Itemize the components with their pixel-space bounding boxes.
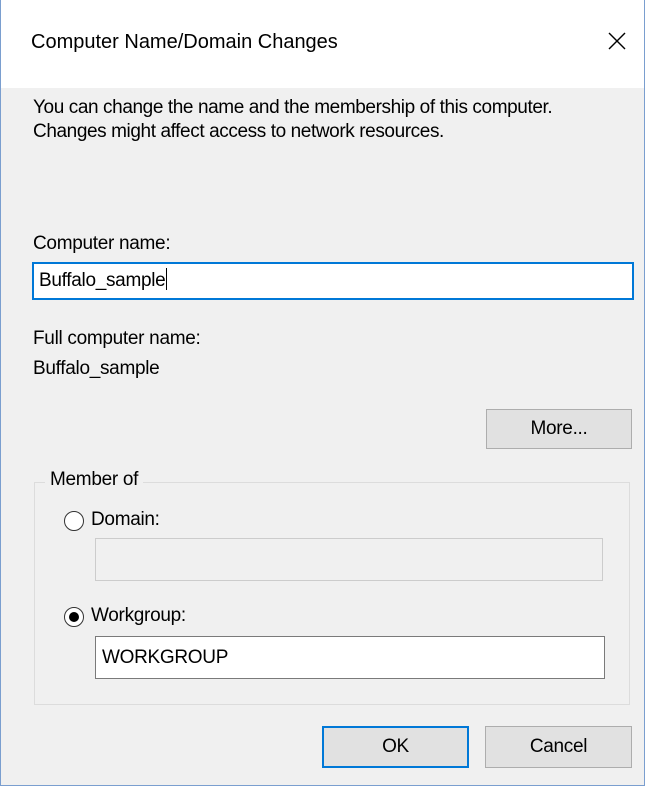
window-title: Computer Name/Domain Changes (31, 31, 338, 53)
member-of-legend: Member of (45, 469, 144, 491)
workgroup-input[interactable]: WORKGROUP (95, 636, 605, 679)
workgroup-radio[interactable] (64, 607, 84, 627)
more-button[interactable]: More... (486, 409, 632, 449)
workgroup-label[interactable]: Workgroup: (91, 605, 186, 627)
full-computer-name-value: Buffalo_sample (33, 358, 160, 379)
close-button[interactable] (600, 24, 634, 60)
cancel-button[interactable]: Cancel (485, 726, 632, 768)
computer-name-label: Computer name: (33, 233, 171, 254)
full-computer-name-label: Full computer name: (33, 328, 201, 349)
domain-input[interactable] (95, 538, 603, 581)
computer-name-input[interactable]: Buffalo_sample (32, 262, 634, 300)
computer-name-value: Buffalo_sample (39, 270, 166, 291)
text-caret (166, 268, 168, 290)
computer-name-dialog: Computer Name/Domain Changes You can cha… (0, 0, 645, 786)
ok-button[interactable]: OK (322, 726, 469, 768)
title-bar[interactable]: Computer Name/Domain Changes (1, 0, 644, 88)
dialog-description: You can change the name and the membersh… (33, 97, 553, 142)
close-icon (608, 32, 626, 50)
domain-label[interactable]: Domain: (91, 509, 160, 531)
radio-selected-dot (69, 612, 79, 622)
domain-radio[interactable] (64, 511, 84, 531)
